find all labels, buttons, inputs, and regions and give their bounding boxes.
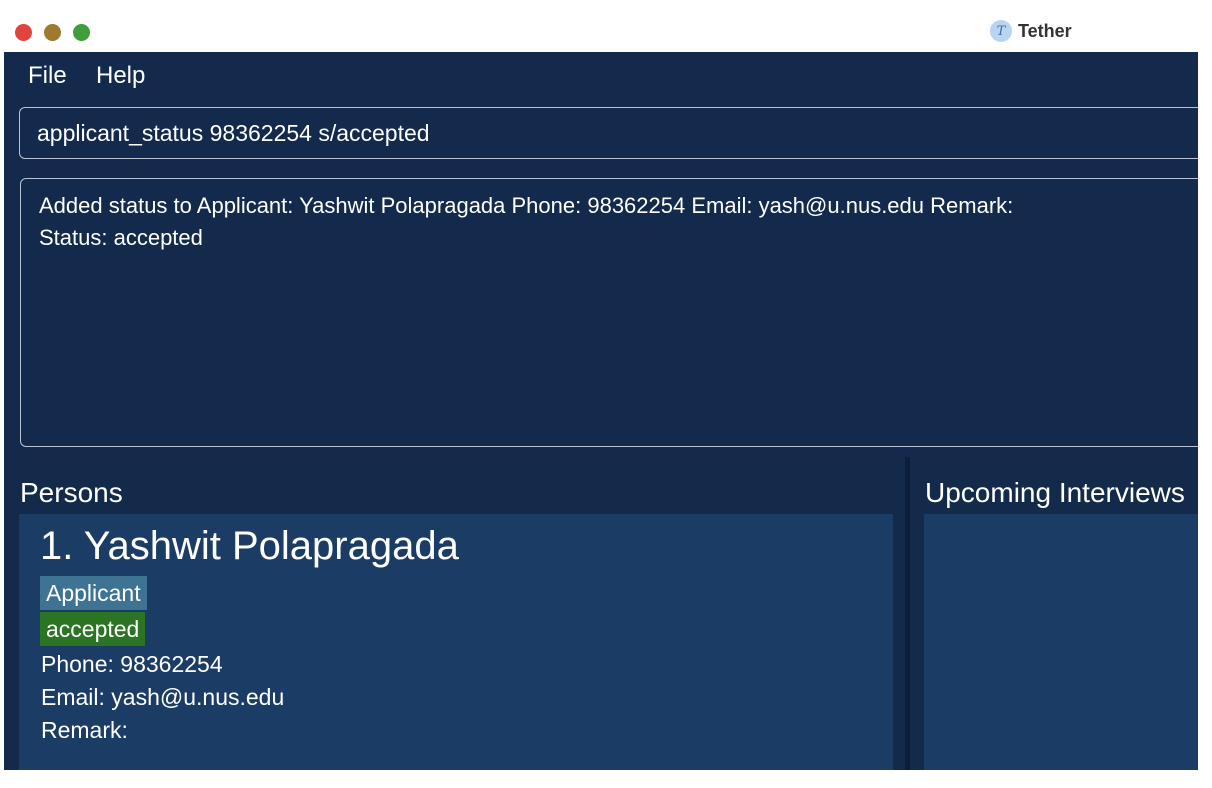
- window-title-group: T Tether: [990, 20, 1072, 42]
- maximize-window-button[interactable]: [73, 24, 90, 41]
- upcoming-interviews-heading: Upcoming Interviews: [925, 477, 1185, 508]
- minimize-window-button[interactable]: [44, 24, 61, 41]
- person-phone: Phone: 98362254: [41, 651, 223, 677]
- main-window: File Help applicant_status 98362254 s/ac…: [4, 52, 1198, 770]
- status-tag: accepted: [40, 612, 146, 646]
- tether-app-icon: T: [990, 20, 1012, 42]
- person-email: Email: yash@u.nus.edu: [41, 684, 285, 710]
- menu-file[interactable]: File: [28, 62, 67, 90]
- result-display[interactable]: Added status to Applicant: Yashwit Polap…: [20, 178, 1198, 447]
- command-input[interactable]: applicant_status 98362254 s/accepted: [19, 107, 1198, 159]
- close-window-button[interactable]: [15, 24, 32, 41]
- command-input-text: applicant_status 98362254 s/accepted: [37, 120, 430, 146]
- title-bar: T Tether: [0, 0, 1198, 52]
- panel-divider[interactable]: [905, 457, 910, 770]
- person-remark: Remark:: [41, 717, 128, 743]
- window-title: Tether: [1018, 20, 1072, 41]
- interview-list[interactable]: [924, 514, 1198, 770]
- person-name: 1. Yashwit Polapragada: [40, 524, 459, 568]
- result-message-line-1: Added status to Applicant: Yashwit Polap…: [39, 193, 1014, 218]
- menu-bar: File Help: [4, 52, 1198, 100]
- persons-heading: Persons: [20, 477, 123, 508]
- menu-help[interactable]: Help: [96, 62, 145, 90]
- result-message-line-2: Status: accepted: [39, 225, 203, 250]
- person-list[interactable]: 1. Yashwit Polapragada Applicant accepte…: [19, 514, 893, 770]
- role-tag: Applicant: [40, 576, 147, 610]
